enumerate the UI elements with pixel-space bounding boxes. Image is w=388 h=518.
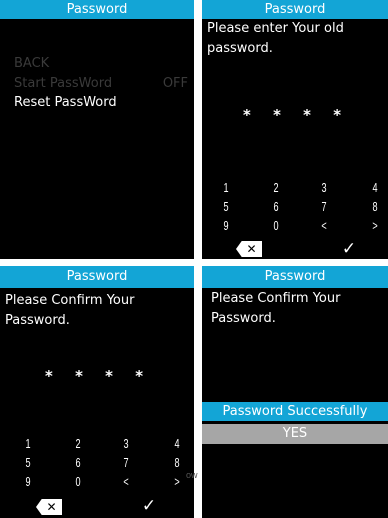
- prompt-text: Please enter Your old password.: [207, 21, 344, 56]
- key-0[interactable]: 0: [269, 218, 283, 234]
- key-3[interactable]: 3: [119, 436, 133, 452]
- screen-header: Password: [0, 0, 194, 19]
- key-6[interactable]: 6: [269, 199, 283, 215]
- password-success-screen: Password Please Confirm Your Password. P…: [202, 266, 388, 518]
- enter-old-password-screen: Password Please enter Your old password.…: [202, 0, 388, 259]
- menu-item-back[interactable]: BACK: [14, 56, 49, 72]
- key-left[interactable]: <: [317, 218, 331, 234]
- confirm-password-screen: Password Please Confirm Your Password. *…: [0, 266, 194, 518]
- start-password-value: OFF: [162, 76, 188, 91]
- success-banner: Password Successfully: [202, 402, 388, 421]
- key-2[interactable]: 2: [269, 180, 283, 196]
- menu-item-reset-password[interactable]: Reset PassWord: [14, 95, 117, 111]
- key-1[interactable]: 1: [219, 180, 233, 196]
- screen-header: Password: [202, 0, 388, 19]
- key-left[interactable]: <: [119, 474, 133, 490]
- key-7[interactable]: 7: [119, 455, 133, 471]
- prompt-text: Please Confirm Your Password.: [5, 293, 135, 328]
- check-icon[interactable]: ✓: [140, 497, 158, 515]
- backspace-icon[interactable]: ✕: [236, 241, 262, 257]
- key-4[interactable]: 4: [368, 180, 382, 196]
- key-7[interactable]: 7: [317, 199, 331, 215]
- password-menu-screen: Password BACK Start PassWord OFF Reset P…: [0, 0, 194, 259]
- masked-password: * * * *: [242, 106, 348, 124]
- key-3[interactable]: 3: [317, 180, 331, 196]
- menu-item-start-password[interactable]: Start PassWord: [14, 76, 112, 92]
- key-5[interactable]: 5: [219, 199, 233, 215]
- screen-header: Password: [202, 266, 388, 288]
- key-9[interactable]: 9: [219, 218, 233, 234]
- key-4[interactable]: 4: [170, 436, 184, 452]
- key-2[interactable]: 2: [71, 436, 85, 452]
- backspace-icon[interactable]: ✕: [36, 499, 62, 515]
- watermark-text: ow: [186, 470, 198, 480]
- key-8[interactable]: 8: [368, 199, 382, 215]
- screen-header: Password: [0, 266, 194, 288]
- check-icon[interactable]: ✓: [340, 240, 358, 258]
- masked-password: * * * *: [44, 367, 150, 385]
- yes-button[interactable]: YES: [202, 424, 388, 444]
- key-right[interactable]: >: [368, 218, 382, 234]
- key-8[interactable]: 8: [170, 455, 184, 471]
- key-6[interactable]: 6: [71, 455, 85, 471]
- key-1[interactable]: 1: [21, 436, 35, 452]
- key-9[interactable]: 9: [21, 474, 35, 490]
- key-right[interactable]: >: [170, 474, 184, 490]
- key-0[interactable]: 0: [71, 474, 85, 490]
- key-5[interactable]: 5: [21, 455, 35, 471]
- prompt-text: Please Confirm Your Password.: [211, 291, 341, 326]
